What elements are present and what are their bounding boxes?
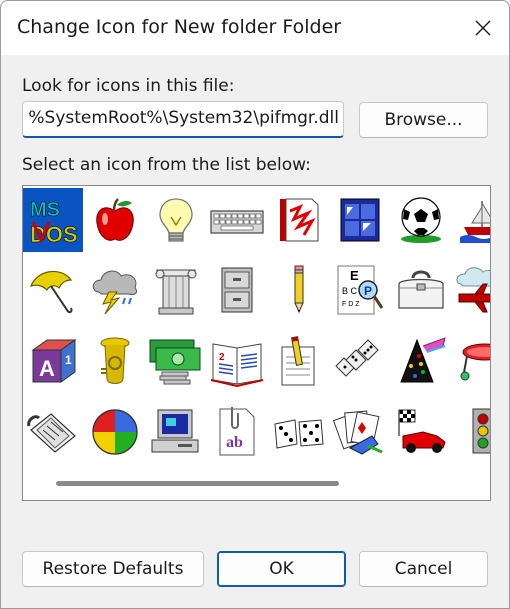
icon-cell[interactable] [269, 330, 329, 394]
storm-cloud-icon [92, 270, 138, 315]
column-icon [155, 269, 197, 315]
icon-cell[interactable] [269, 400, 329, 464]
icon-listbox[interactable]: MS DOS E B C F D Z P A 1 2 ab [22, 185, 491, 501]
filing-cabinet-icon [221, 267, 253, 313]
icon-cell[interactable] [85, 400, 145, 464]
pencil-icon [294, 265, 304, 314]
keyboard-icon [210, 210, 264, 234]
umbrella-icon [29, 270, 73, 314]
icon-cell[interactable] [146, 188, 206, 252]
file-path-input[interactable]: %SystemRoot%\System32\pifmgr.dll [22, 101, 344, 138]
icon-cell[interactable] [330, 330, 390, 394]
race-car-icon [398, 409, 446, 453]
icon-cell[interactable] [269, 188, 329, 252]
svg-text:ab: ab [226, 434, 243, 451]
icon-cell[interactable]: 2 [207, 330, 267, 394]
telephone-icon [27, 413, 76, 453]
icon-cell[interactable] [453, 400, 490, 464]
icon-cell[interactable] [85, 330, 145, 394]
icon-cell[interactable]: E B C F D Z P [330, 258, 390, 322]
icon-cell[interactable] [453, 188, 490, 252]
svg-text:A: A [39, 356, 55, 381]
icon-cell[interactable] [85, 258, 145, 322]
file-label: Look for icons in this file: [22, 76, 235, 96]
ship-icon [460, 201, 490, 243]
icon-cell[interactable] [146, 258, 206, 322]
playing-cards-icon [332, 410, 383, 455]
icon-cell[interactable] [146, 400, 206, 464]
eye-chart-icon: E B C F D Z P [337, 265, 384, 315]
svg-text:2: 2 [219, 352, 225, 363]
traffic-light-icon [472, 408, 490, 454]
icon-cell[interactable]: MS DOS [23, 188, 83, 252]
restore-defaults-button[interactable]: Restore Defaults [22, 551, 204, 587]
close-icon [475, 20, 491, 36]
title-bar: Change Icon for New folder Folder [1, 1, 509, 55]
horizontal-scrollbar[interactable] [23, 470, 490, 500]
svg-text:B C: B C [342, 286, 358, 296]
ms-dos-icon: MS DOS [27, 194, 79, 247]
cancel-button[interactable]: Cancel [359, 551, 488, 587]
icon-cell[interactable] [391, 330, 451, 394]
dice-icon [274, 419, 324, 449]
icon-cell[interactable] [330, 188, 390, 252]
icon-cell[interactable]: ab [207, 400, 267, 464]
change-icon-dialog: Change Icon for New folder Folder Look f… [0, 0, 510, 609]
icon-cell[interactable] [391, 188, 451, 252]
icon-cell[interactable] [453, 258, 490, 322]
party-hat-icon [400, 337, 446, 383]
icon-cell[interactable] [85, 188, 145, 252]
tuba-icon [100, 337, 130, 384]
svg-text:P: P [364, 284, 372, 298]
svg-text:1: 1 [65, 353, 72, 367]
icon-cell[interactable]: A 1 [23, 330, 83, 394]
dominoes-icon [335, 339, 379, 377]
open-book-icon: 2 [210, 343, 264, 388]
beach-ball-icon [92, 409, 138, 455]
icon-cell[interactable] [269, 258, 329, 322]
svg-text:E: E [350, 268, 359, 283]
icon-cell[interactable] [391, 400, 451, 464]
document-scribble-icon [280, 198, 319, 242]
list-label: Select an icon from the list below: [22, 155, 311, 175]
icon-cell[interactable] [23, 258, 83, 322]
window-title: Change Icon for New folder Folder [17, 16, 342, 38]
icon-cell[interactable] [207, 188, 267, 252]
airplane-cloud-icon [456, 267, 490, 313]
close-button[interactable] [455, 1, 509, 55]
icon-cell[interactable] [391, 258, 451, 322]
svg-text:F D Z: F D Z [342, 301, 360, 308]
ok-button[interactable]: OK [217, 551, 346, 587]
light-bulb-icon [159, 198, 193, 242]
soccer-ball-icon [401, 197, 441, 243]
icon-cell[interactable] [23, 400, 83, 464]
window-icon [340, 198, 380, 242]
computer-icon [151, 409, 199, 453]
icon-cell[interactable] [453, 330, 490, 394]
scrollbar-thumb[interactable] [56, 481, 339, 486]
icon-cell[interactable] [330, 400, 390, 464]
trampoline-icon [460, 343, 490, 381]
notepad-pencil-icon [281, 336, 315, 386]
apple-icon [96, 198, 134, 241]
money-icon [149, 339, 201, 385]
doctor-bag-icon [398, 270, 444, 309]
icon-cell[interactable] [146, 330, 206, 394]
icon-cell[interactable] [207, 258, 267, 322]
svg-text:MS: MS [30, 199, 60, 221]
alphabet-block-icon: A 1 [31, 339, 77, 383]
browse-button[interactable]: Browse... [359, 102, 488, 138]
document-ab-icon: ab [219, 407, 255, 456]
file-path-value: %SystemRoot%\System32\pifmgr.dll [28, 108, 339, 128]
